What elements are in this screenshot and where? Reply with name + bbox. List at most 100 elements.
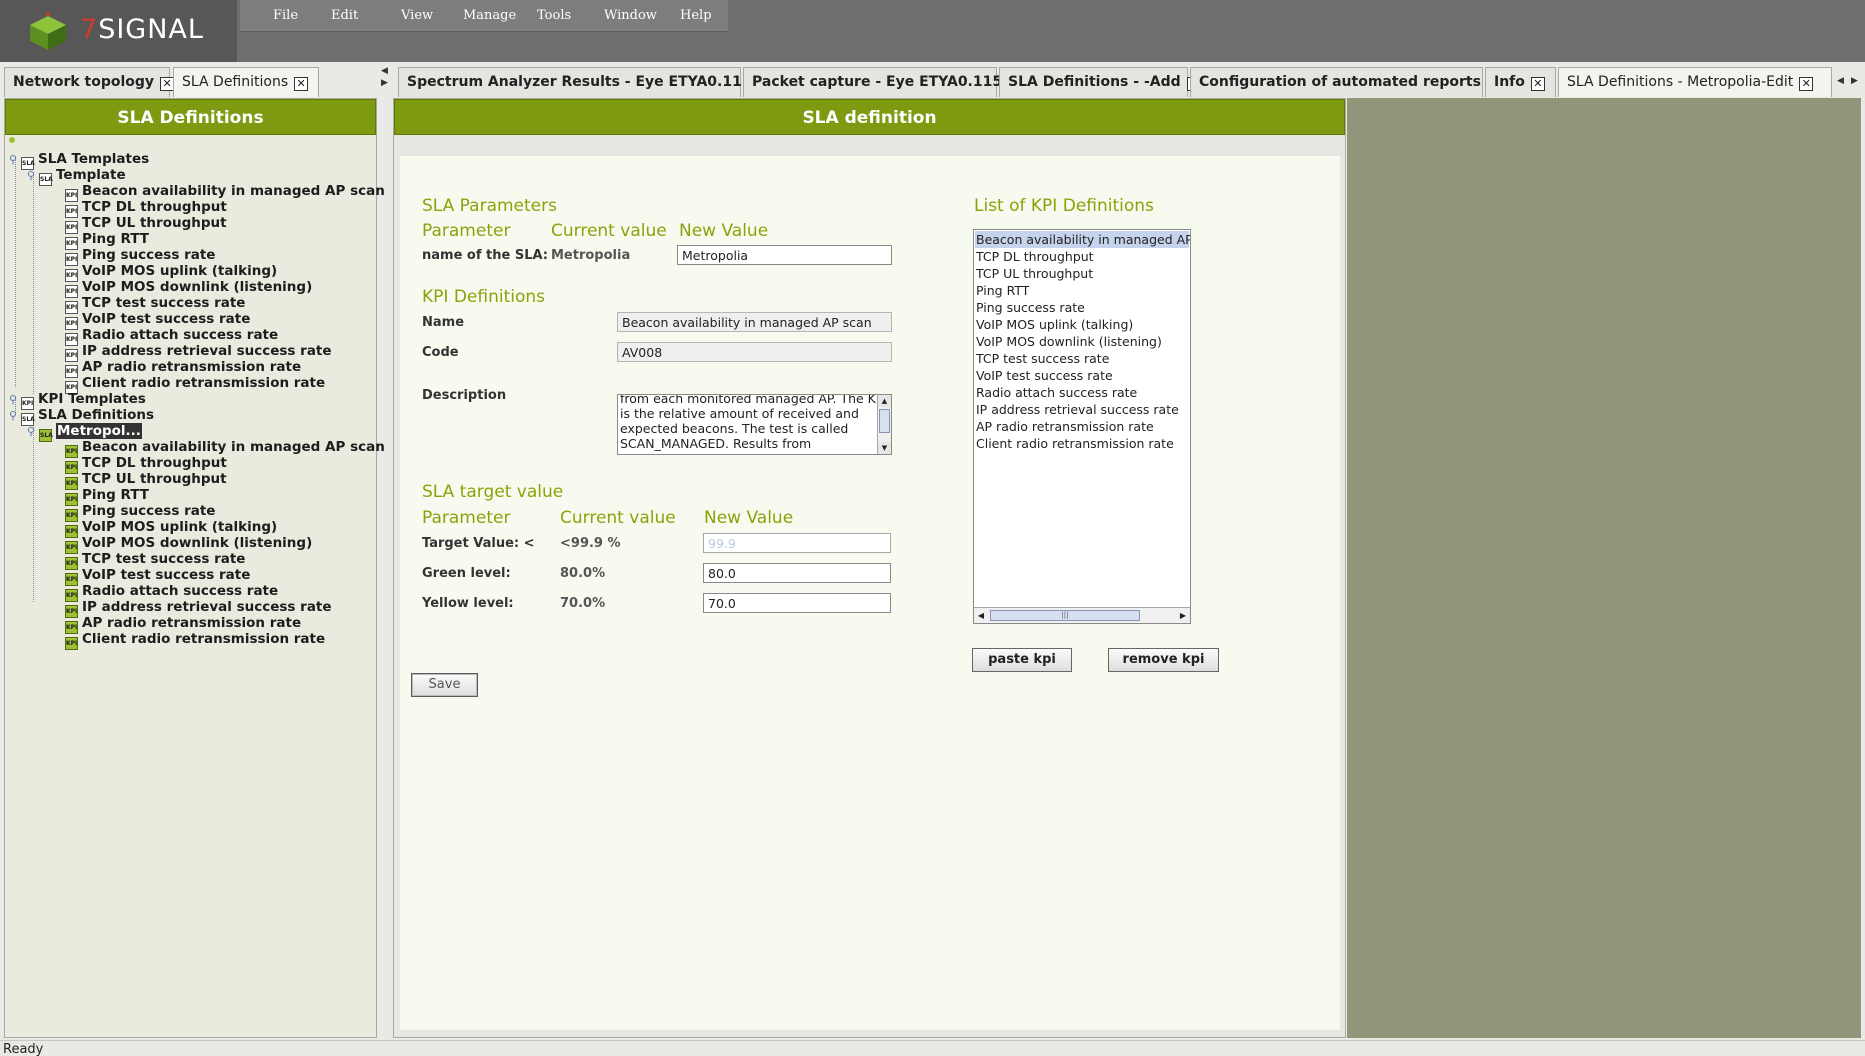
- expand-toggle-icon[interactable]: ⚲: [9, 152, 21, 168]
- tab-spectrum-analyzer[interactable]: Spectrum Analyzer Results - Eye ETYA0.11…: [398, 67, 772, 97]
- left-tab-strip: Network topology ✕ SLA Definitions ✕: [0, 64, 380, 97]
- tree-node-kpi[interactable]: KPI Radio attach success rate: [65, 327, 278, 346]
- save-button[interactable]: Save: [411, 673, 478, 697]
- expand-toggle-icon[interactable]: ⚲: [27, 168, 39, 184]
- tree-node-kpi[interactable]: KPI VoIP MOS downlink (listening): [65, 535, 312, 554]
- kpi-list-item[interactable]: TCP test success rate: [976, 350, 1109, 367]
- tree-node-kpi[interactable]: KPI VoIP MOS uplink (talking): [65, 263, 277, 282]
- tab-info[interactable]: Info ✕: [1485, 67, 1556, 97]
- tree-node-kpi[interactable]: KPI VoIP test success rate: [65, 311, 250, 330]
- close-icon[interactable]: ✕: [160, 77, 175, 91]
- yellow-level-input[interactable]: [703, 593, 891, 613]
- tree-node-kpi[interactable]: KPI Radio attach success rate: [65, 583, 278, 602]
- tree-node-kpi[interactable]: KPI AP radio retransmission rate: [65, 615, 301, 634]
- kpi-name-field[interactable]: [617, 312, 892, 332]
- target-value-input[interactable]: [703, 533, 891, 553]
- tree-node-kpi[interactable]: KPI TCP test success rate: [65, 295, 245, 314]
- kpi-list-item[interactable]: VoIP MOS downlink (listening): [976, 333, 1162, 350]
- tree-node-metropolia[interactable]: ⚲ SLA Metropol...: [27, 423, 142, 442]
- tree-node-template[interactable]: ⚲ SLA Template: [27, 167, 126, 186]
- tree-node-kpi[interactable]: KPI TCP UL throughput: [65, 215, 227, 234]
- close-icon[interactable]: ✕: [1530, 77, 1545, 91]
- tree-node-kpi[interactable]: KPI TCP UL throughput: [65, 471, 227, 490]
- tree-node-kpi[interactable]: KPI Client radio retransmission rate: [65, 375, 326, 394]
- sla-name-input[interactable]: [677, 245, 892, 265]
- kpi-list-item[interactable]: Beacon availability in managed AP: [975, 231, 1190, 248]
- tree-node-sla-definitions[interactable]: ⚲ SLA SLA Definitions: [9, 407, 154, 426]
- tree-node-sla-templates[interactable]: ⚲ SLA SLA Templates: [9, 151, 149, 170]
- expand-toggle-icon[interactable]: ⚲: [27, 424, 39, 440]
- top-bar: 7SIGNAL File Edit View Manage Tools Wind…: [0, 0, 1865, 62]
- paste-kpi-button[interactable]: paste kpi: [972, 648, 1072, 672]
- tab-sla-edit[interactable]: SLA Definitions - Metropolia-Edit ✕: [1558, 67, 1832, 97]
- tab-scroll-right-icon[interactable]: ▶: [1851, 76, 1858, 86]
- kpi-list-item[interactable]: IP address retrieval success rate: [976, 401, 1179, 418]
- menu-manage[interactable]: Manage: [463, 8, 516, 23]
- scroll-right-icon[interactable]: ▶: [1176, 608, 1190, 623]
- tree-node-kpi[interactable]: KPI Beacon availability in managed AP sca…: [65, 439, 385, 458]
- kpi-list-item[interactable]: TCP UL throughput: [976, 265, 1093, 282]
- expand-right-icon[interactable]: ▶: [381, 78, 388, 88]
- kpi-list-item[interactable]: Ping success rate: [976, 299, 1085, 316]
- tree-line: [33, 413, 34, 602]
- description-scrollbar[interactable]: ▲ ▼: [877, 395, 891, 454]
- tree-node-kpi-templates[interactable]: ⚲ KPI KPI Templates: [9, 391, 146, 410]
- kpi-code-field[interactable]: [617, 342, 892, 362]
- kpi-list-item[interactable]: AP radio retransmission rate: [976, 418, 1154, 435]
- tree-node-kpi[interactable]: KPI Client radio retransmission rate: [65, 631, 325, 650]
- tree-node-kpi[interactable]: KPI Ping success rate: [65, 247, 215, 266]
- scroll-up-icon[interactable]: ▲: [878, 395, 891, 407]
- tree-node-kpi[interactable]: KPI Ping RTT: [65, 487, 149, 506]
- kpi-list-item[interactable]: VoIP MOS uplink (talking): [976, 316, 1133, 333]
- kpi-list-item[interactable]: TCP DL throughput: [976, 248, 1094, 265]
- kpi-definitions-list[interactable]: Beacon availability in managed AP TCP DL …: [973, 229, 1191, 624]
- scroll-thumb[interactable]: |||: [990, 610, 1140, 621]
- tree-node-kpi[interactable]: KPI VoIP test success rate: [65, 567, 250, 586]
- menu-tools[interactable]: Tools: [537, 8, 571, 23]
- close-icon[interactable]: ✕: [294, 77, 309, 91]
- tree-node-kpi[interactable]: KPI VoIP MOS downlink (listening): [65, 279, 312, 298]
- tab-sla-add[interactable]: SLA Definitions - -Add✕: [999, 67, 1201, 97]
- status-text: Ready: [3, 1042, 44, 1056]
- tree-node-kpi[interactable]: KPI VoIP MOS uplink (talking): [65, 519, 277, 538]
- sla-name-label: name of the SLA:: [422, 248, 548, 263]
- kpi-list-item[interactable]: Ping RTT: [976, 282, 1029, 299]
- close-icon[interactable]: ✕: [1799, 77, 1814, 91]
- kpi-list-item[interactable]: Radio attach success rate: [976, 384, 1137, 401]
- tree-line: [15, 157, 16, 387]
- tree-node-kpi[interactable]: KPI TCP DL throughput: [65, 199, 227, 218]
- collapse-left-icon[interactable]: ◀: [381, 66, 388, 76]
- kpi-description-textarea[interactable]: from each monitored managed AP. The KPI …: [617, 394, 892, 455]
- menu-view[interactable]: View: [401, 8, 433, 23]
- tree-node-kpi[interactable]: KPI Ping success rate: [65, 503, 215, 522]
- tab-packet-capture[interactable]: Packet capture - Eye ETYA0.115✕: [743, 67, 1023, 97]
- expand-toggle-icon[interactable]: ⚲: [9, 408, 21, 424]
- tree-node-kpi[interactable]: KPI IP address retrieval success rate: [65, 599, 332, 618]
- tab-label: SLA Definitions: [182, 74, 289, 90]
- menu-edit[interactable]: Edit: [331, 8, 358, 23]
- menu-file[interactable]: File: [273, 8, 298, 23]
- tab-sla-definitions[interactable]: SLA Definitions ✕: [173, 67, 319, 97]
- scroll-thumb[interactable]: [879, 409, 890, 433]
- kpi-list-hscrollbar[interactable]: ◀ ||| ▶: [974, 607, 1190, 623]
- sla-form: SLA Parameters Parameter Current value N…: [400, 156, 1340, 1030]
- scroll-down-icon[interactable]: ▼: [878, 442, 891, 454]
- tab-automated-reports[interactable]: Configuration of automated reports✕: [1190, 67, 1501, 97]
- menu-help[interactable]: Help: [680, 8, 712, 23]
- remove-kpi-button[interactable]: remove kpi: [1108, 648, 1219, 672]
- tree-node-kpi[interactable]: KPI AP radio retransmission rate: [65, 359, 301, 378]
- menu-window[interactable]: Window: [604, 8, 657, 23]
- tree-node-kpi[interactable]: KPI TCP test success rate: [65, 551, 245, 570]
- tree-node-label: Client radio retransmission rate: [82, 375, 326, 391]
- tab-network-topology[interactable]: Network topology ✕: [4, 67, 175, 97]
- kpi-list-item[interactable]: Client radio retransmission rate: [976, 435, 1174, 452]
- tab-scroll-left-icon[interactable]: ◀: [1837, 76, 1844, 86]
- expand-toggle-icon[interactable]: ⚲: [9, 392, 21, 408]
- green-level-input[interactable]: [703, 563, 891, 583]
- tree-node-kpi[interactable]: KPI IP address retrieval success rate: [65, 343, 332, 362]
- tree-node-kpi[interactable]: KPI Beacon availability in managed AP sca…: [65, 183, 385, 202]
- tree-node-kpi[interactable]: KPI TCP DL throughput: [65, 455, 227, 474]
- tree-node-kpi[interactable]: KPI Ping RTT: [65, 231, 149, 250]
- scroll-left-icon[interactable]: ◀: [974, 608, 988, 623]
- kpi-list-item[interactable]: VoIP test success rate: [976, 367, 1113, 384]
